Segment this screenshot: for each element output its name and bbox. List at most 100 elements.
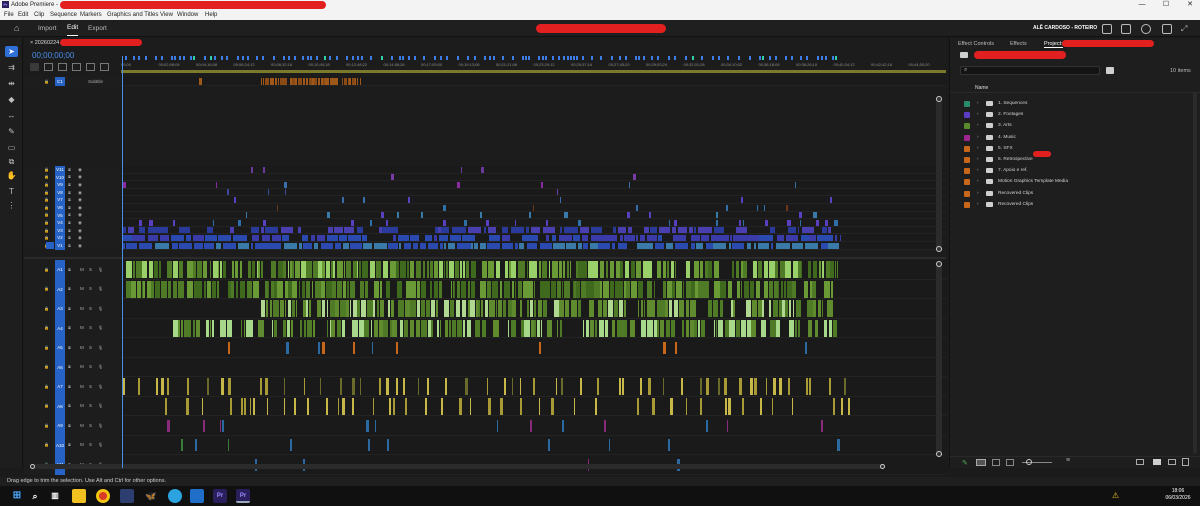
clip[interactable]	[482, 261, 488, 279]
clip[interactable]	[608, 439, 610, 452]
clip[interactable]	[461, 234, 476, 242]
clip[interactable]	[577, 300, 582, 318]
clip[interactable]	[319, 378, 321, 396]
clip[interactable]	[333, 261, 335, 279]
clip[interactable]	[298, 242, 302, 249]
clip[interactable]	[410, 234, 419, 242]
warning-icon[interactable]: ⚠	[1112, 491, 1119, 500]
clip[interactable]	[341, 319, 345, 337]
clip[interactable]	[543, 300, 547, 318]
clip[interactable]	[266, 378, 268, 396]
sync-lock-icon[interactable]: ⧈	[68, 228, 71, 233]
audio-lane[interactable]	[121, 299, 946, 319]
clip[interactable]	[686, 280, 691, 298]
clip[interactable]	[220, 261, 223, 279]
clip[interactable]	[338, 234, 348, 242]
tab-export[interactable]: Export	[88, 20, 107, 37]
clip[interactable]	[715, 219, 718, 226]
clip[interactable]	[135, 261, 140, 279]
clip[interactable]	[807, 319, 813, 337]
clip[interactable]	[662, 261, 666, 279]
clip[interactable]	[149, 219, 153, 226]
mute-button[interactable]: M	[80, 306, 84, 311]
clip[interactable]	[342, 77, 344, 85]
clip[interactable]	[468, 227, 482, 234]
clip[interactable]	[320, 280, 326, 298]
clip[interactable]	[573, 234, 581, 242]
sync-lock-icon[interactable]: ⧈	[68, 235, 71, 240]
clip[interactable]	[266, 397, 269, 415]
clip[interactable]	[356, 300, 360, 318]
clip[interactable]	[239, 261, 243, 279]
clip[interactable]	[465, 378, 468, 396]
chevron-right-icon[interactable]: ›	[977, 120, 979, 131]
clip[interactable]	[808, 261, 812, 279]
clip[interactable]	[366, 419, 369, 432]
clip[interactable]	[170, 234, 185, 242]
progress-icon[interactable]	[1141, 24, 1151, 34]
clip[interactable]	[517, 261, 523, 279]
clip[interactable]	[736, 280, 740, 298]
clip[interactable]	[555, 378, 558, 396]
clip[interactable]	[649, 212, 652, 219]
track-label[interactable]: V4	[55, 219, 65, 227]
clip[interactable]	[583, 242, 588, 249]
bin-color-label[interactable]	[964, 112, 970, 119]
clip[interactable]	[762, 300, 764, 318]
clip[interactable]	[213, 219, 215, 226]
clip[interactable]	[424, 397, 427, 415]
clip[interactable]	[512, 300, 516, 318]
clip[interactable]	[480, 300, 484, 318]
clip[interactable]	[743, 280, 750, 298]
icon-view-icon[interactable]	[992, 459, 1000, 466]
clip[interactable]	[423, 261, 426, 279]
clip[interactable]	[701, 234, 709, 242]
eye-icon[interactable]: ◉	[78, 182, 82, 188]
clip[interactable]	[667, 439, 671, 452]
bin-color-label[interactable]	[964, 190, 970, 197]
clip[interactable]	[700, 319, 705, 337]
video-audio-divider[interactable]	[24, 257, 946, 259]
eye-icon[interactable]: ◉	[78, 220, 82, 226]
clip[interactable]	[624, 261, 630, 279]
clip[interactable]	[389, 261, 396, 279]
clip[interactable]	[471, 280, 476, 298]
clip[interactable]	[635, 234, 638, 242]
clip[interactable]	[726, 419, 729, 432]
clip[interactable]	[450, 280, 452, 298]
clip[interactable]	[298, 280, 301, 298]
clip[interactable]	[433, 261, 438, 279]
clip[interactable]	[581, 234, 589, 242]
clip[interactable]	[807, 300, 813, 318]
clip[interactable]	[358, 261, 361, 279]
clip[interactable]	[215, 242, 221, 249]
clip[interactable]	[352, 77, 355, 85]
clip[interactable]	[286, 341, 290, 354]
clip[interactable]	[792, 261, 798, 279]
clip[interactable]	[736, 319, 741, 337]
clip[interactable]	[413, 242, 419, 249]
clip[interactable]	[499, 280, 503, 298]
system-clock[interactable]: 18:06 06/03/2026	[1158, 488, 1198, 502]
clip[interactable]	[151, 280, 155, 298]
audio-scrollbar[interactable]	[936, 261, 942, 457]
track-label[interactable]: A10	[55, 435, 65, 455]
clip[interactable]	[512, 378, 514, 396]
home-icon[interactable]: ⌂	[14, 20, 19, 37]
clip[interactable]	[164, 397, 168, 415]
clip[interactable]	[605, 261, 608, 279]
lock-icon[interactable]: 🔒	[44, 174, 49, 179]
clip[interactable]	[405, 397, 407, 415]
bin-row[interactable]: › 6. Retrospective	[950, 154, 1200, 165]
clip[interactable]	[123, 227, 126, 234]
clip[interactable]	[201, 397, 204, 415]
clip[interactable]	[340, 300, 346, 318]
clip[interactable]	[284, 397, 286, 415]
clip[interactable]	[125, 242, 138, 249]
clip[interactable]	[331, 319, 335, 337]
clip[interactable]	[487, 397, 491, 415]
clip[interactable]	[667, 261, 670, 279]
windows-start-icon[interactable]: ⊞	[10, 489, 24, 503]
clip[interactable]	[320, 242, 334, 249]
clip[interactable]	[460, 166, 463, 173]
